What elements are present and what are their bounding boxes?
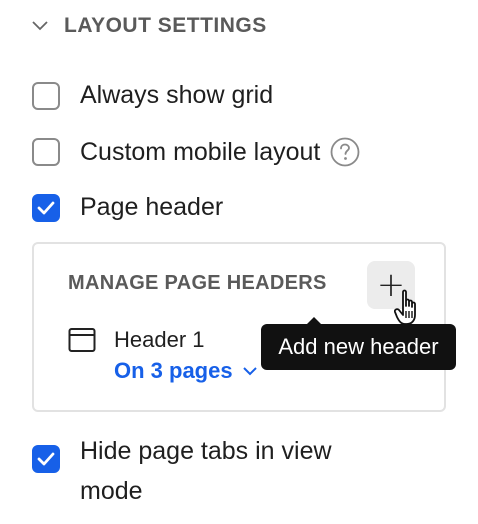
option-custom-mobile-layout[interactable]: Custom mobile layout	[32, 137, 360, 167]
custom-mobile-layout-checkbox[interactable]	[32, 138, 60, 166]
option-label: Always show grid	[80, 81, 274, 109]
panel-title: MANAGE PAGE HEADERS	[68, 272, 327, 294]
window-icon	[68, 328, 96, 352]
add-header-tooltip: Add new header	[261, 324, 456, 370]
checkmark-icon	[37, 452, 55, 466]
pages-label: On 3 pages	[114, 358, 233, 383]
option-hide-page-tabs[interactable]: Hide page tabs in view mode	[32, 431, 360, 511]
option-always-show-grid[interactable]: Always show grid	[32, 81, 273, 110]
hand-pointer-cursor-icon	[394, 289, 416, 325]
option-page-header[interactable]: Page header	[32, 193, 223, 222]
option-label: Page header	[80, 193, 224, 221]
chevron-down-icon	[242, 366, 257, 375]
header-name: Header 1	[114, 327, 205, 352]
page-header-checkbox[interactable]	[32, 193, 60, 222]
option-label: Custom mobile layout	[80, 137, 321, 166]
question-circle-icon[interactable]	[330, 137, 360, 167]
header-pages-dropdown[interactable]: On 3 pages	[114, 358, 257, 384]
checkmark-icon	[37, 201, 55, 214]
section-title: LAYOUT SETTINGS	[64, 14, 267, 37]
always-show-grid-checkbox[interactable]	[32, 81, 60, 110]
layout-settings-toggle[interactable]: LAYOUT SETTINGS	[30, 10, 267, 42]
chevron-down-icon	[30, 16, 50, 36]
option-label: Hide page tabs in view mode	[80, 437, 332, 505]
hide-page-tabs-checkbox[interactable]	[32, 445, 60, 473]
header-list-item[interactable]: Header 1	[68, 326, 205, 354]
